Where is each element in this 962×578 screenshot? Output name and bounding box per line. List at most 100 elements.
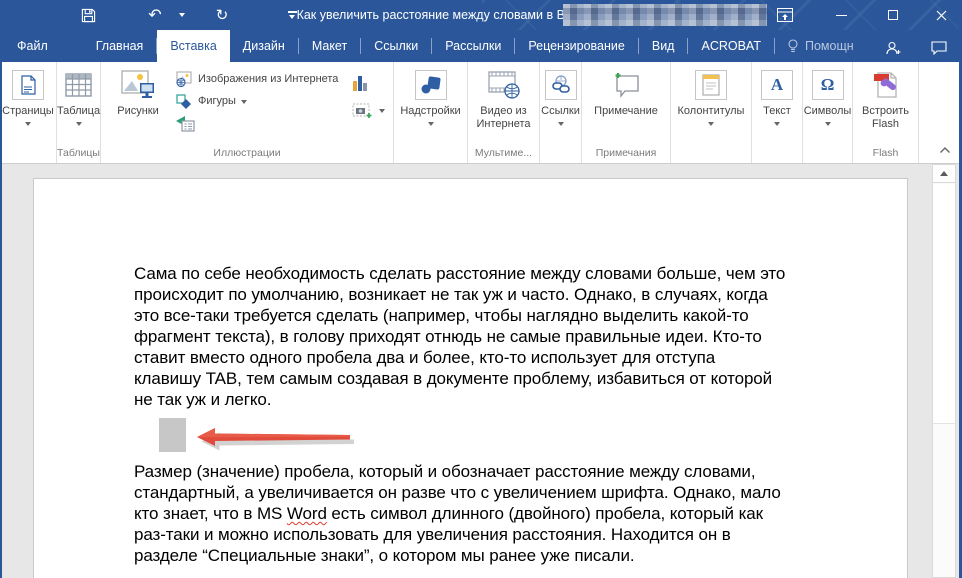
shapes-icon bbox=[175, 93, 193, 109]
tab-review[interactable]: Рецензирование bbox=[515, 30, 638, 62]
comments-button[interactable] bbox=[922, 32, 956, 64]
pictures-button[interactable]: Рисунки bbox=[101, 66, 175, 118]
title-bar: ↶ ↻ Как увеличить расстояние между слова… bbox=[0, 0, 962, 30]
addins-button[interactable]: Надстройки bbox=[394, 62, 467, 163]
group-illustrations: Рисунки Изображения из Интернета bbox=[101, 62, 394, 163]
close-button[interactable] bbox=[924, 0, 958, 30]
group-tables: Таблица Таблицы bbox=[57, 62, 101, 163]
paragraph2-line: Размер (значение) пробела, который и обо… bbox=[134, 461, 755, 482]
header-footer-button[interactable]: Колонтитулы bbox=[671, 62, 751, 163]
screenshot-icon bbox=[352, 103, 374, 119]
document-page[interactable]: Сама по себе необходимость сделать расст… bbox=[33, 178, 908, 578]
arrow-up-icon bbox=[940, 171, 948, 176]
symbols-button[interactable]: Ω Символы bbox=[803, 62, 852, 163]
paragraph1-line: происходит по умолчанию, возникает не та… bbox=[134, 284, 768, 305]
chevron-up-icon bbox=[939, 146, 951, 154]
chevron-down-icon bbox=[428, 122, 434, 126]
tab-insert[interactable]: Вставка bbox=[157, 30, 229, 62]
group-label-comments: Примечания bbox=[582, 147, 670, 159]
paragraph2-line: кто знает, что в MS Word есть символ дли… bbox=[134, 503, 763, 524]
tab-acrobat[interactable]: ACROBAT bbox=[688, 30, 774, 62]
smartart-button[interactable] bbox=[175, 113, 338, 133]
links-button[interactable]: Ссылки bbox=[540, 62, 581, 163]
selected-space-highlight bbox=[159, 418, 186, 452]
paragraph1-line: фрагмент текста), в голову приходят отню… bbox=[134, 326, 762, 347]
person-add-icon bbox=[885, 41, 902, 56]
save-button[interactable] bbox=[76, 0, 100, 30]
share-button[interactable] bbox=[876, 32, 910, 64]
ribbon: Страницы Таблица Таблицы bbox=[0, 62, 962, 164]
pages-icon bbox=[12, 70, 44, 100]
tab-design[interactable]: Дизайн bbox=[230, 30, 298, 62]
redacted-account-name bbox=[563, 4, 767, 26]
group-text: A Текст bbox=[752, 62, 803, 163]
undo-button[interactable]: ↶ bbox=[143, 0, 167, 30]
shapes-button[interactable]: Фигуры bbox=[175, 91, 338, 111]
vertical-scrollbar[interactable] bbox=[932, 164, 956, 578]
save-icon bbox=[81, 8, 96, 23]
tab-file[interactable]: Файл bbox=[0, 30, 65, 62]
collapse-ribbon-button[interactable] bbox=[936, 143, 954, 157]
scrollbar-thumb[interactable] bbox=[933, 184, 955, 424]
group-header-footer: Колонтитулы bbox=[671, 62, 752, 163]
addins-icon bbox=[415, 70, 447, 100]
paragraph1-line: это все-таки требуется сделать (например… bbox=[134, 305, 749, 326]
tell-me-label: Помощн bbox=[805, 39, 854, 53]
links-icon bbox=[545, 70, 577, 100]
group-label-illustrations: Иллюстрации bbox=[101, 147, 393, 159]
symbols-icon: Ω bbox=[812, 70, 844, 100]
chevron-down-icon bbox=[379, 109, 385, 113]
window-border-left bbox=[0, 0, 2, 578]
tab-home[interactable]: Главная bbox=[83, 30, 157, 62]
group-media: Видео из Интернета Мультиме... bbox=[468, 62, 540, 163]
undo-dropdown[interactable] bbox=[176, 0, 188, 30]
chart-icon bbox=[352, 74, 368, 92]
chevron-down-icon bbox=[825, 122, 831, 126]
chevron-down-icon bbox=[558, 122, 564, 126]
chart-button[interactable] bbox=[352, 73, 385, 93]
chevron-down-icon bbox=[76, 122, 82, 126]
embed-flash-icon bbox=[872, 68, 900, 102]
group-symbols: Ω Символы bbox=[803, 62, 853, 163]
pages-button[interactable]: Страницы bbox=[0, 62, 56, 163]
tab-references[interactable]: Ссылки bbox=[361, 30, 431, 62]
header-footer-icon bbox=[695, 70, 727, 100]
comment-bubble-icon bbox=[931, 41, 947, 55]
document-area: Сама по себе необходимость сделать расст… bbox=[0, 164, 962, 578]
group-label-tables: Таблицы bbox=[57, 147, 100, 159]
group-links: Ссылки bbox=[540, 62, 582, 163]
online-video-icon bbox=[487, 68, 521, 102]
chevron-down-icon bbox=[241, 100, 247, 104]
tab-view[interactable]: Вид bbox=[639, 30, 688, 62]
group-pages: Страницы bbox=[0, 62, 57, 163]
chevron-down-icon bbox=[25, 122, 31, 126]
redo-button[interactable]: ↻ bbox=[210, 0, 234, 30]
maximize-button[interactable] bbox=[876, 0, 910, 30]
tell-me-box[interactable]: Помощн bbox=[775, 30, 866, 62]
minimize-button[interactable] bbox=[824, 0, 858, 30]
text-button[interactable]: A Текст bbox=[752, 62, 802, 163]
comment-plus-icon bbox=[611, 68, 641, 102]
group-label-media: Мультиме... bbox=[468, 147, 539, 159]
ribbon-display-options-icon bbox=[777, 8, 793, 22]
pictures-icon bbox=[120, 68, 156, 102]
close-icon bbox=[936, 10, 947, 21]
paragraph1-line: клавишу TAB, тем самым создавая в докуме… bbox=[134, 368, 772, 389]
scroll-up-button[interactable] bbox=[933, 165, 955, 183]
online-pictures-label: Изображения из Интернета bbox=[198, 73, 338, 85]
tab-layout[interactable]: Макет bbox=[299, 30, 360, 62]
undo-icon: ↶ bbox=[148, 5, 161, 25]
paragraph2-line: стандартный, а увеличивается он разве чт… bbox=[134, 482, 781, 503]
group-addins: Надстройки bbox=[394, 62, 468, 163]
online-pictures-icon bbox=[175, 71, 193, 87]
tab-mailings[interactable]: Рассылки bbox=[432, 30, 514, 62]
chevron-down-icon bbox=[708, 122, 714, 126]
group-comments: Примечание Примечания bbox=[582, 62, 671, 163]
smartart-icon bbox=[175, 115, 195, 132]
chevron-down-icon bbox=[179, 13, 185, 17]
online-pictures-button[interactable]: Изображения из Интернета bbox=[175, 69, 338, 89]
ribbon-display-options-button[interactable] bbox=[768, 0, 802, 30]
paragraph1-line: ставит вместо одного пробела два и более… bbox=[134, 347, 715, 368]
ribbon-right-strip bbox=[919, 62, 962, 163]
screenshot-button[interactable] bbox=[352, 101, 385, 121]
